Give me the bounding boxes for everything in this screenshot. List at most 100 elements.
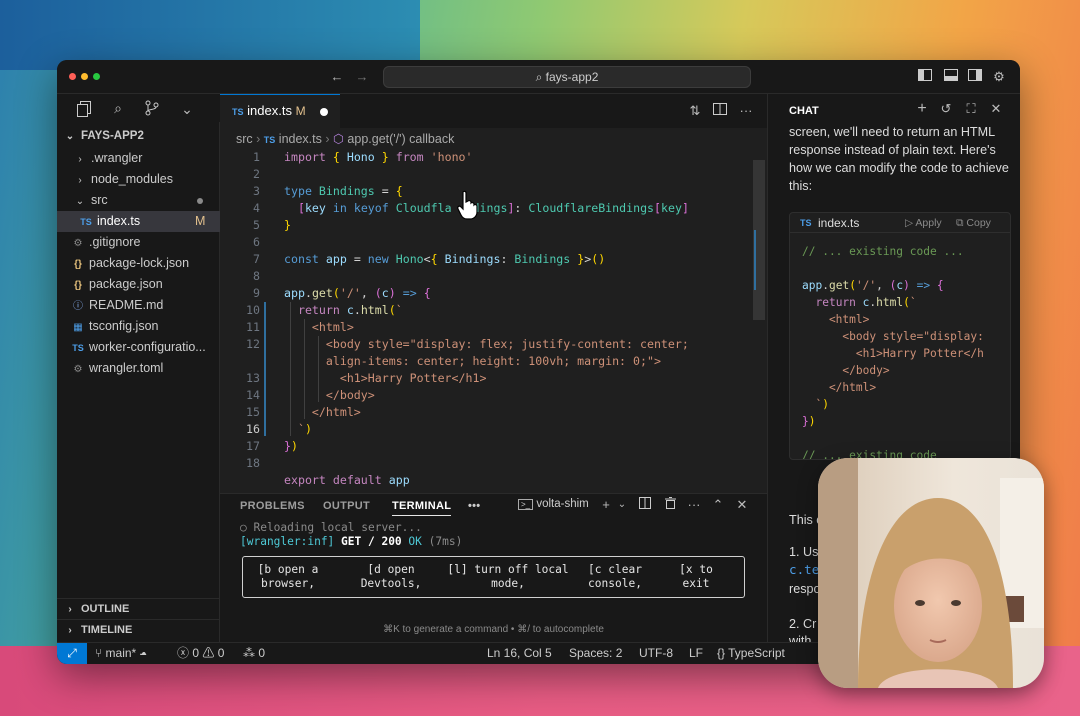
outline-section[interactable]: › OUTLINE [57,598,220,619]
more-panels-icon[interactable]: ••• [468,500,480,512]
tree-item-wrangler[interactable]: › .wrangler [57,148,220,169]
tab-terminal[interactable]: TERMINAL [392,500,452,516]
terminal-shell-selector[interactable]: >_ volta-shim [518,498,589,510]
tree-item-readme[interactable]: ⓘ README.md [57,295,220,316]
toggle-sidebar-icon[interactable] [917,69,933,85]
remote-indicator-icon[interactable]: ⤢ [57,643,87,664]
explorer-files-icon[interactable] [75,101,93,119]
tree-item-tsconfig[interactable]: ▦ tsconfig.json [57,316,220,337]
chevron-right-icon: › [325,132,334,146]
tree-item-src[interactable]: ⌄ src [57,190,220,211]
chat-code-line: <body style="display: [802,330,984,343]
code-editor[interactable]: 1 2 3 4 5 6 7 8 9 10 11 12 13 14 15 16 17 18 import { Hon… [220,150,767,493]
tree-item-package-lock[interactable]: {} package-lock.json [57,253,220,274]
line-number: 13 [246,371,260,385]
tree-item-wrangler-toml[interactable]: ⚙ wrangler.toml [57,358,220,379]
encoding-setting[interactable]: UTF-8 [639,643,673,664]
cursor-position[interactable]: Ln 16, Col 5 [487,643,552,664]
more-actions-icon[interactable]: ··· [738,103,754,119]
more-actions-icon[interactable]: ··· [686,497,702,513]
chat-title: CHAT [789,105,819,117]
tree-item-gitignore[interactable]: ⚙ .gitignore [57,232,220,253]
source-control-icon[interactable] [143,100,161,118]
line-number: 14 [246,388,260,402]
tab-index-ts[interactable]: TS index.ts M [220,94,340,128]
hint-text: exit [682,577,710,590]
tree-item-label: worker-configuratio... [89,340,206,354]
problems-indicator[interactable]: ⓧ 0 ⚠ 0 [177,643,224,664]
timeline-section[interactable]: › TIMELINE [57,619,220,640]
close-panel-icon[interactable]: ✕ [734,497,750,513]
add-terminal-icon[interactable]: + [598,497,614,513]
apply-button[interactable]: ▷ Apply [905,213,942,233]
chat-code-block: TS index.ts ▷ Apply ⧉ Copy // ... existi… [789,212,1011,460]
tree-item-node-modules[interactable]: › node_modules [57,169,220,190]
settings-gear-icon[interactable]: ⚙ [991,69,1007,85]
tree-item-index-ts[interactable]: TS index.ts M [57,211,220,232]
tree-item-package-json[interactable]: {} package.json [57,274,220,295]
compare-changes-icon[interactable]: ⇅ [687,103,703,119]
chevron-down-icon[interactable]: ⌄ [178,100,196,118]
hint-text: to [699,563,713,576]
title-bar: ← → ⌕ fays-app2 ⚙ [57,60,1020,94]
search-icon[interactable]: ⌕ [109,99,127,117]
code-line: <html> [311,320,354,334]
split-terminal-icon[interactable] [637,497,653,513]
tab-output[interactable]: OUTPUT [323,500,370,512]
line-number: 18 [246,456,260,470]
tree-item-label: package.json [89,277,163,291]
indentation-setting[interactable]: Spaces: 2 [569,643,622,664]
tab-problems[interactable]: PROBLEMS [240,500,305,512]
hint-text: browser, [261,577,315,590]
trash-icon[interactable] [662,497,678,513]
minimize-window-button[interactable] [81,73,88,80]
code-line: } [284,218,291,232]
git-branch-icon: ⑂ [95,646,103,660]
breadcrumb-symbol[interactable]: app.get('/') callback [347,132,454,146]
cube-method-icon: ⬡ [333,132,344,146]
explorer-root-folder[interactable]: ⌄ FAYS-APP2 [57,126,220,147]
toggle-panel-icon[interactable] [943,69,959,85]
shell-label: volta-shim [536,498,589,510]
hint-exit: [x to exit [671,563,721,591]
line-number: 17 [246,439,260,453]
terminal-panel: PROBLEMS OUTPUT TERMINAL ••• >_ volta-sh… [220,493,767,642]
back-arrow-icon[interactable]: ← [329,69,345,85]
log-method: GET / 200 [341,535,402,548]
close-window-button[interactable] [69,73,76,80]
language-mode[interactable]: {} TypeScript [717,643,785,664]
eol-setting[interactable]: LF [689,643,703,664]
maximize-window-button[interactable] [93,73,100,80]
hand-pointer-cursor-icon [457,190,478,220]
chevron-down-icon[interactable]: ⌄ [614,497,630,513]
toggle-secondary-sidebar-icon[interactable] [967,69,983,85]
maximize-panel-icon[interactable]: ⌃ [710,497,726,513]
tree-item-label: wrangler.toml [89,361,164,375]
gear-icon: ⚙ [73,364,83,375]
ports-indicator[interactable]: ⁂ 0 [243,643,265,664]
code-block-header: TS index.ts ▷ Apply ⧉ Copy [790,213,1010,233]
chevron-down-icon: ⌄ [65,131,75,142]
copy-button[interactable]: ⧉ Copy [956,213,991,233]
expand-icon[interactable]: ⛶ [963,101,979,117]
unsaved-dot-icon[interactable] [320,108,328,116]
forward-arrow-icon[interactable]: → [354,69,370,85]
chat-code-line: }) [802,415,816,428]
command-center-search[interactable]: ⌕ fays-app2 [383,66,751,88]
tree-item-label: node_modules [91,172,174,186]
new-chat-icon[interactable]: + [914,101,930,117]
tree-item-label: index.ts [97,214,141,228]
branch-indicator[interactable]: ⑂ main* ☁ [95,643,147,664]
language-label: TypeScript [728,646,785,660]
hint-text: Devtools, [360,577,422,590]
close-chat-icon[interactable]: ✕ [988,101,1004,117]
split-editor-icon[interactable] [712,103,728,119]
chevron-right-icon: › [256,132,264,146]
tree-item-label: .wrangler [91,151,143,165]
breadcrumb-folder[interactable]: src [236,132,253,146]
chevron-right-icon: › [78,154,82,165]
breadcrumb-file[interactable]: index.ts [279,132,322,146]
webcam-overlay [818,458,1044,688]
tree-item-worker-configuration[interactable]: TS worker-configuratio... [57,337,220,358]
history-icon[interactable]: ↺ [938,101,954,117]
